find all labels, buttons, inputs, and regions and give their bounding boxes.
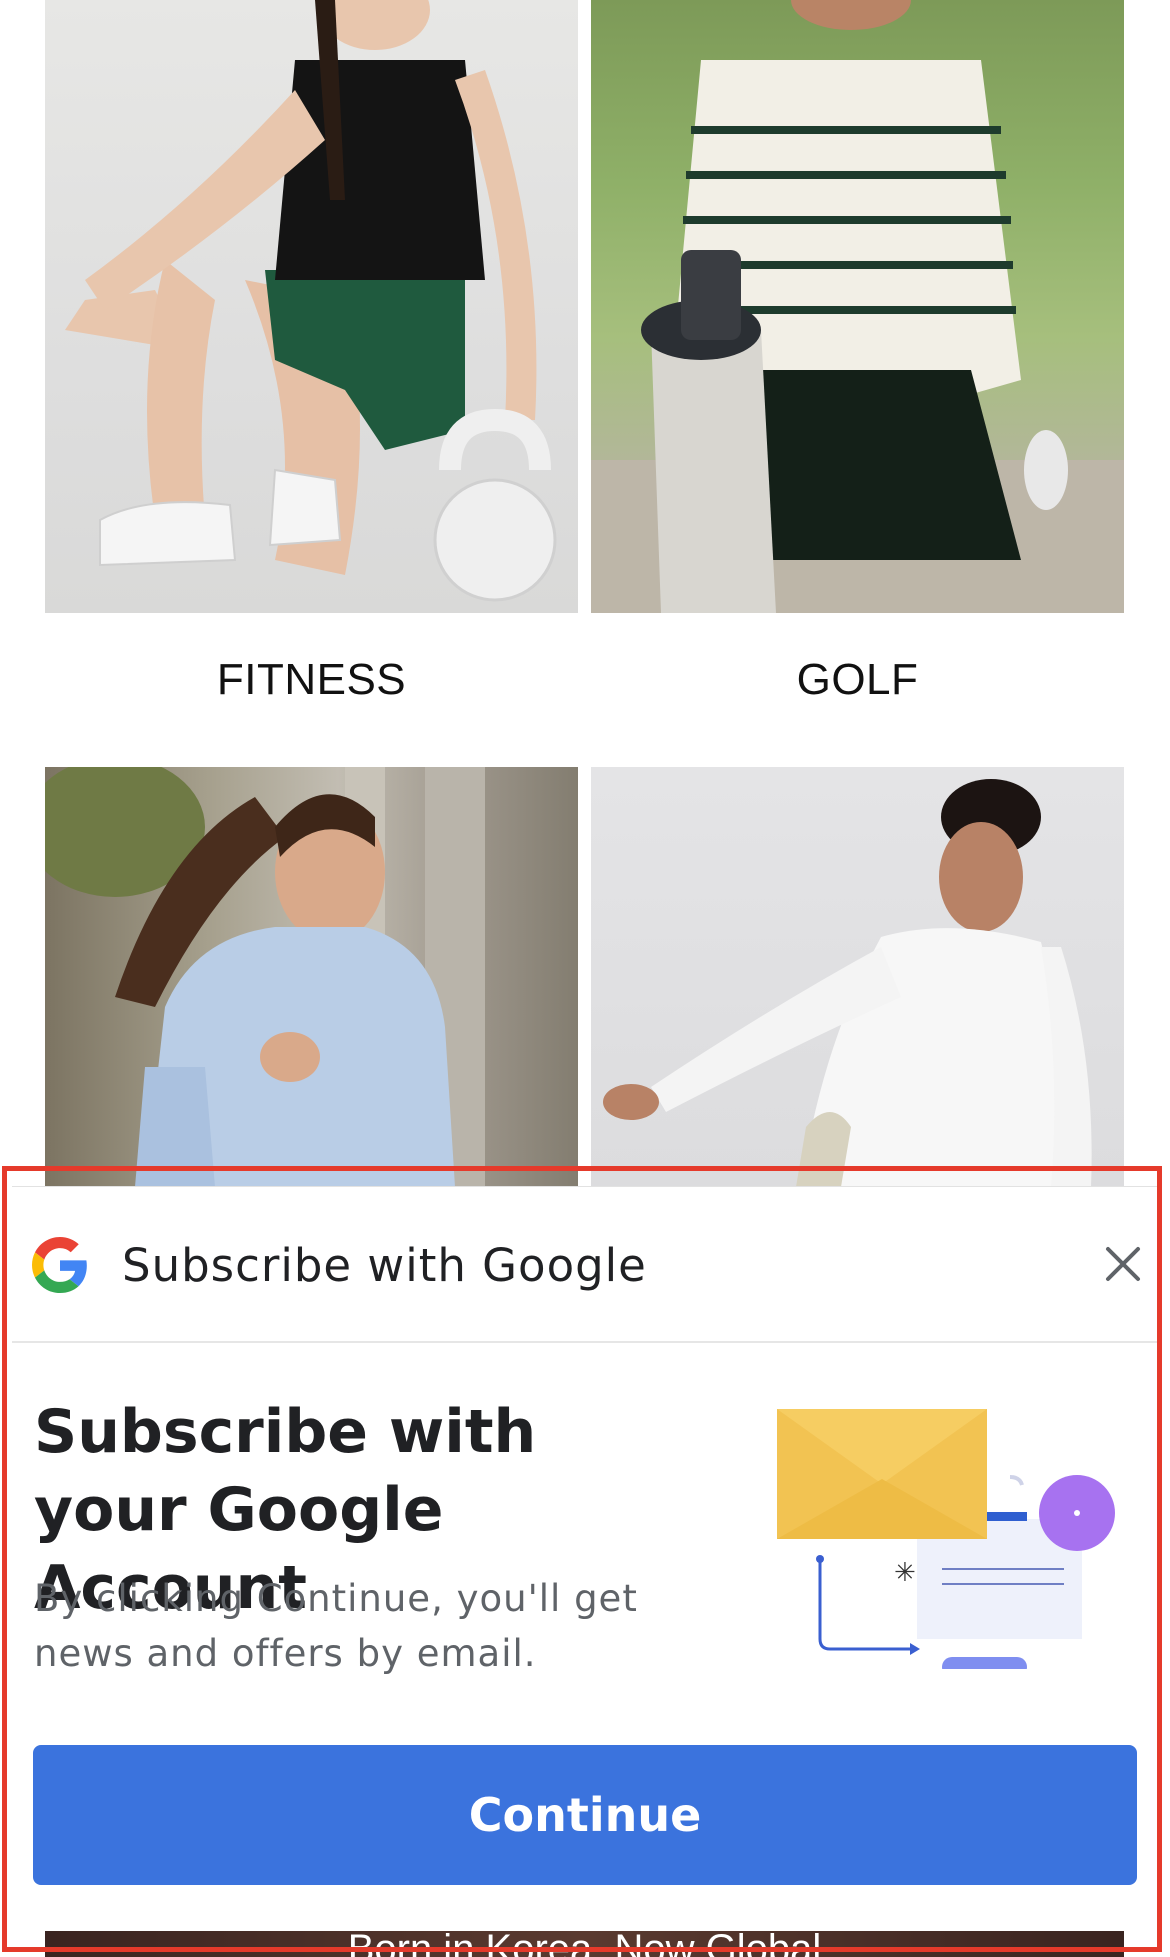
continue-button[interactable]: Continue — [33, 1745, 1137, 1885]
yoga-model-illustration — [603, 779, 1092, 1187]
fitness-model-illustration — [65, 0, 557, 602]
golf-model-illustration — [591, 0, 1124, 613]
google-g-icon — [32, 1237, 87, 1293]
email-subscription-illustration: ✳ — [777, 1409, 1115, 1669]
product-image-golf[interactable] — [591, 0, 1124, 613]
close-icon[interactable] — [1098, 1239, 1148, 1289]
sheet-header-title: Subscribe with Google — [122, 1239, 647, 1292]
running-model-illustration — [45, 767, 485, 1187]
svg-text:✳: ✳ — [894, 1558, 916, 1588]
page: FITNESS GOLF Born in Korea, Now Global S… — [0, 0, 1170, 1957]
promo-banner-text: Born in Korea, Now Global — [347, 1927, 822, 1957]
category-caption-fitness[interactable]: FITNESS — [45, 655, 578, 705]
product-image-yoga[interactable] — [591, 767, 1124, 1187]
product-image-running[interactable] — [45, 767, 578, 1187]
subscribe-with-google-sheet: Subscribe with Google Subscribe with you… — [12, 1186, 1158, 1931]
sheet-description: By clicking Continue, you'll get news an… — [34, 1577, 638, 1675]
sheet-header: Subscribe with Google — [12, 1187, 1158, 1343]
category-caption-golf[interactable]: GOLF — [591, 655, 1124, 705]
product-image-fitness[interactable] — [45, 0, 578, 613]
